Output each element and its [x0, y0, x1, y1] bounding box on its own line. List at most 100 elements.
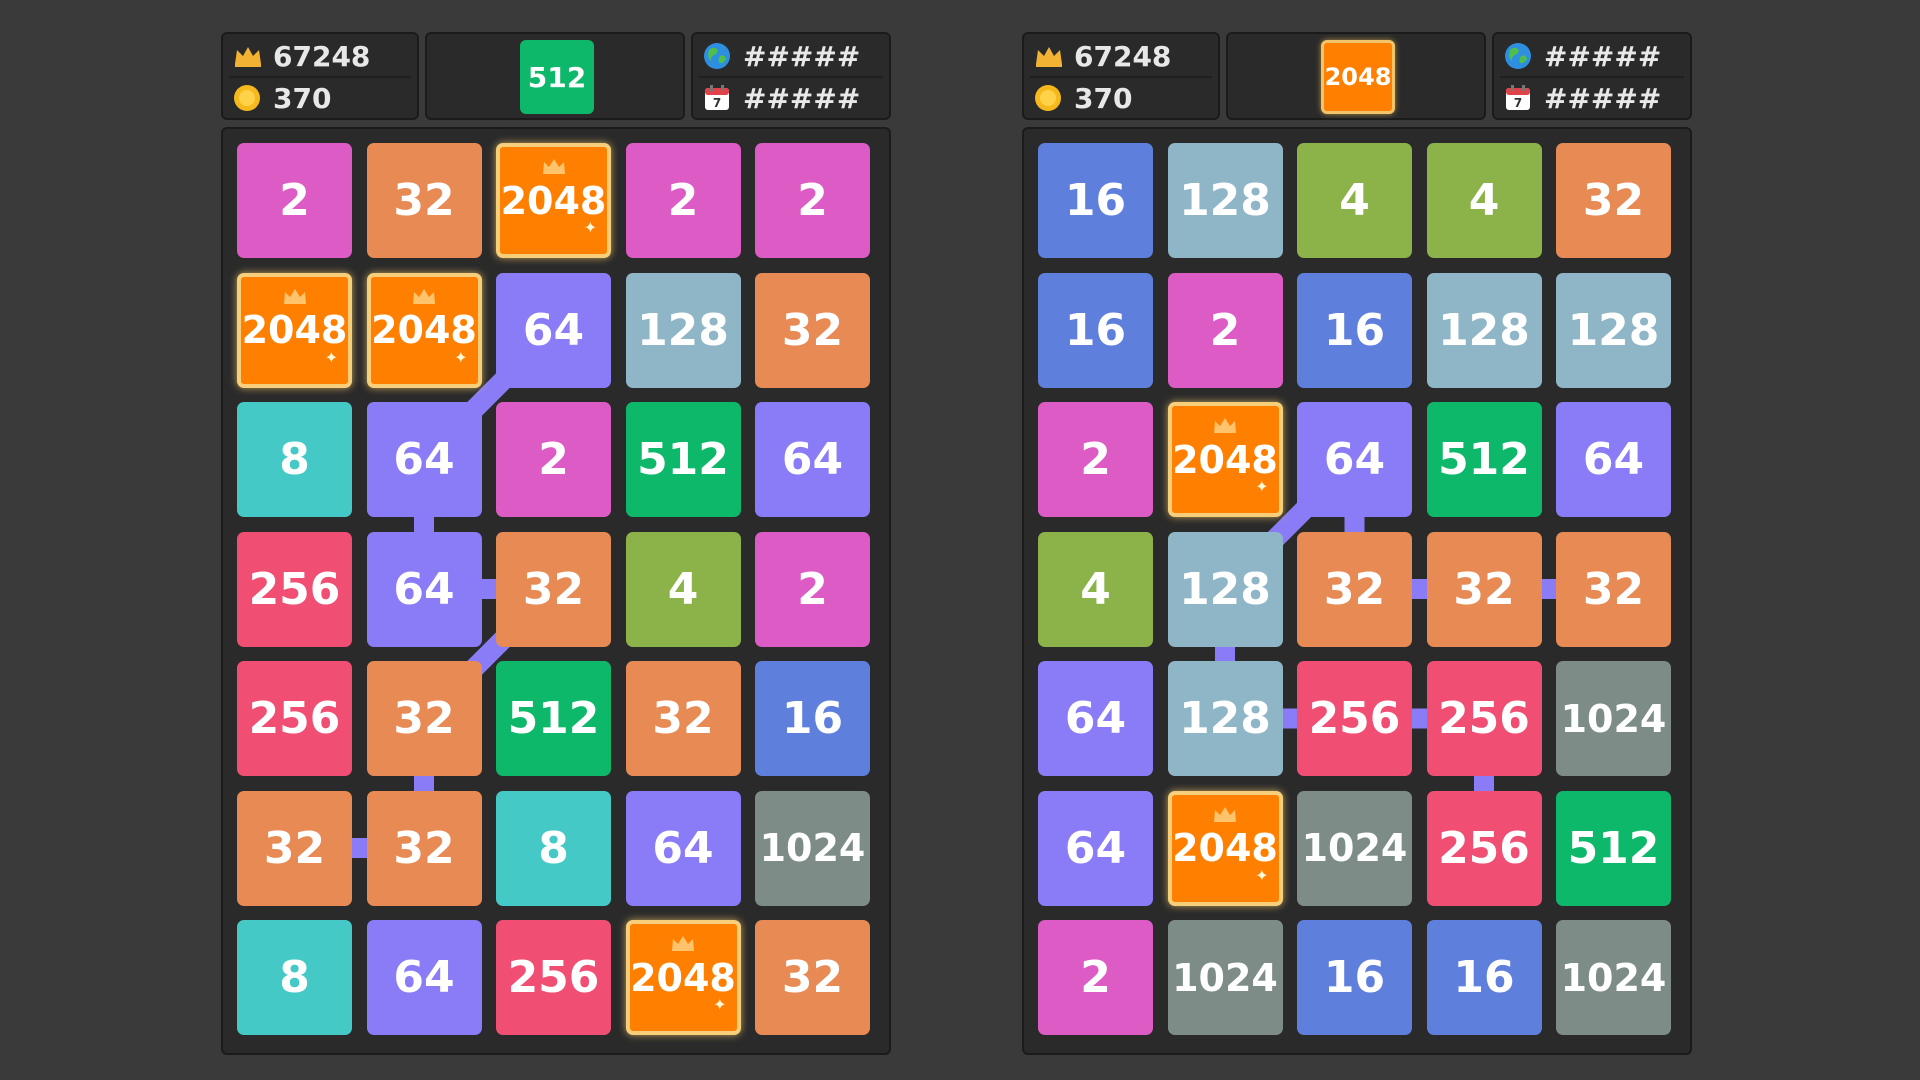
tile[interactable]: 32	[755, 272, 870, 388]
tile-value: 32	[1582, 175, 1645, 226]
tile[interactable]: 32	[625, 661, 741, 776]
tile[interactable]: 2	[1038, 402, 1153, 517]
best-score-value: 67248	[1074, 39, 1172, 73]
tile-value: 64	[1064, 822, 1127, 874]
tile-2048-crowned[interactable]: ✦ 2048	[1167, 790, 1283, 906]
tile[interactable]: 128	[1426, 272, 1542, 388]
tile-value: 2048	[1172, 826, 1278, 870]
tile[interactable]: 4	[1038, 531, 1153, 647]
tile[interactable]: 128	[625, 272, 741, 388]
tile-2048-crowned[interactable]: ✦ 2048	[625, 920, 741, 1035]
tile[interactable]: 1024	[1167, 920, 1283, 1035]
tile[interactable]: 16	[1297, 920, 1412, 1035]
tile-value: 32	[263, 822, 326, 874]
tile[interactable]: 256	[237, 661, 352, 776]
daily-rank-row[interactable]: 7 #####	[1494, 78, 1690, 118]
game-panel-right: 67248 370 2048 ##### 7 ##### 16 128 4 4 …	[1022, 32, 1692, 1055]
crown-icon	[235, 47, 261, 67]
tile[interactable]: 1024	[1297, 790, 1412, 906]
tile-2048-crowned[interactable]: ✦ 2048	[496, 143, 611, 258]
tile[interactable]: 16	[1038, 272, 1153, 388]
tile-value: 2048	[241, 308, 348, 352]
tile[interactable]: 8	[496, 790, 611, 906]
crown-icon	[413, 288, 435, 304]
tile[interactable]: 32	[755, 920, 870, 1035]
tile[interactable]: 512	[496, 661, 611, 776]
tile[interactable]: 2	[755, 143, 870, 258]
tile[interactable]: 4	[1297, 143, 1412, 258]
tile[interactable]: 32	[1426, 531, 1542, 647]
tile[interactable]: 256	[1426, 661, 1542, 776]
tile[interactable]: 128	[1556, 272, 1671, 388]
tile[interactable]: 64	[1297, 402, 1412, 517]
tile-value: 64	[393, 952, 455, 1003]
tile[interactable]: 32	[496, 531, 611, 647]
tile[interactable]: 32	[366, 143, 482, 258]
tile[interactable]: 2	[1038, 920, 1153, 1035]
tile-value: 256	[507, 952, 600, 1003]
tile[interactable]: 8	[237, 402, 352, 517]
tile-value: 2	[797, 563, 828, 615]
tile[interactable]: 32	[366, 790, 482, 906]
tile[interactable]: 512	[1556, 790, 1671, 906]
tile[interactable]: 512	[625, 402, 741, 517]
tile[interactable]: 64	[366, 531, 482, 647]
tile[interactable]: 8	[237, 920, 352, 1035]
tile[interactable]: 128	[1167, 531, 1283, 647]
game-board: 2 32 ✦ 2048 2 2 ✦ 2048 ✦ 2048 64 128 32 8 64 2 512 64 256 6…	[221, 127, 891, 1055]
tile[interactable]: 1024	[1556, 920, 1671, 1035]
tile-value: 2	[1080, 952, 1111, 1003]
tile[interactable]: 2	[1167, 272, 1283, 388]
tile[interactable]: 1024	[755, 790, 870, 906]
tile[interactable]: 256	[496, 920, 611, 1035]
daily-rank-row[interactable]: 7 #####	[693, 78, 889, 118]
tile-2048-crowned[interactable]: ✦ 2048	[1167, 402, 1283, 517]
tile[interactable]: 16	[1038, 143, 1153, 258]
best-score-row: 67248	[1024, 36, 1218, 76]
tile[interactable]: 128	[1167, 143, 1283, 258]
tile[interactable]: 64	[625, 790, 741, 906]
tile[interactable]: 4	[1426, 143, 1542, 258]
tile[interactable]: 16	[1426, 920, 1542, 1035]
crown-icon	[1214, 418, 1236, 433]
tile[interactable]: 64	[366, 402, 482, 517]
tile[interactable]: 64	[496, 272, 611, 388]
tile[interactable]: 256	[1297, 661, 1412, 776]
tile[interactable]: 2	[237, 143, 352, 258]
tile[interactable]: 32	[366, 661, 482, 776]
tile[interactable]: 2	[755, 531, 870, 647]
tile[interactable]: 64	[755, 402, 870, 517]
tile[interactable]: 64	[1038, 790, 1153, 906]
tile-2048-crowned[interactable]: ✦ 2048	[366, 272, 482, 388]
global-rank-row[interactable]: #####	[693, 36, 889, 76]
tile[interactable]: 128	[1167, 661, 1283, 776]
tile[interactable]: 256	[237, 531, 352, 647]
tile-value: 2	[279, 175, 310, 226]
tile[interactable]: 32	[1556, 531, 1671, 647]
tile-value: 1024	[1560, 696, 1667, 741]
tile-2048-crowned[interactable]: ✦ 2048	[237, 272, 352, 388]
tile[interactable]: 32	[1297, 531, 1412, 647]
tile[interactable]: 256	[1426, 790, 1542, 906]
hud: 67248 370 512 ##### 7 #####	[221, 32, 891, 120]
tile-value: 64	[781, 434, 844, 485]
tile[interactable]: 16	[1297, 272, 1412, 388]
tile[interactable]: 64	[1556, 402, 1671, 517]
global-rank-value: #####	[1544, 39, 1662, 73]
target-box: 512	[425, 32, 685, 120]
tile[interactable]: 2	[496, 402, 611, 517]
tile[interactable]: 2	[625, 143, 741, 258]
global-rank-row[interactable]: #####	[1494, 36, 1690, 76]
tile[interactable]: 1024	[1556, 661, 1671, 776]
coin-icon	[234, 85, 260, 111]
target-box: 2048	[1226, 32, 1486, 120]
tile[interactable]: 64	[366, 920, 482, 1035]
tile[interactable]: 512	[1426, 402, 1542, 517]
tile[interactable]: 16	[755, 661, 870, 776]
tile[interactable]: 4	[625, 531, 741, 647]
tile[interactable]: 64	[1038, 661, 1153, 776]
tile[interactable]: 32	[237, 790, 352, 906]
game-board: 16 128 4 4 32 16 2 16 128 128 2 ✦ 2048 64 512 64 4 128 32 3…	[1022, 127, 1692, 1055]
tile-value: 128	[1179, 175, 1271, 226]
tile[interactable]: 32	[1556, 143, 1671, 258]
